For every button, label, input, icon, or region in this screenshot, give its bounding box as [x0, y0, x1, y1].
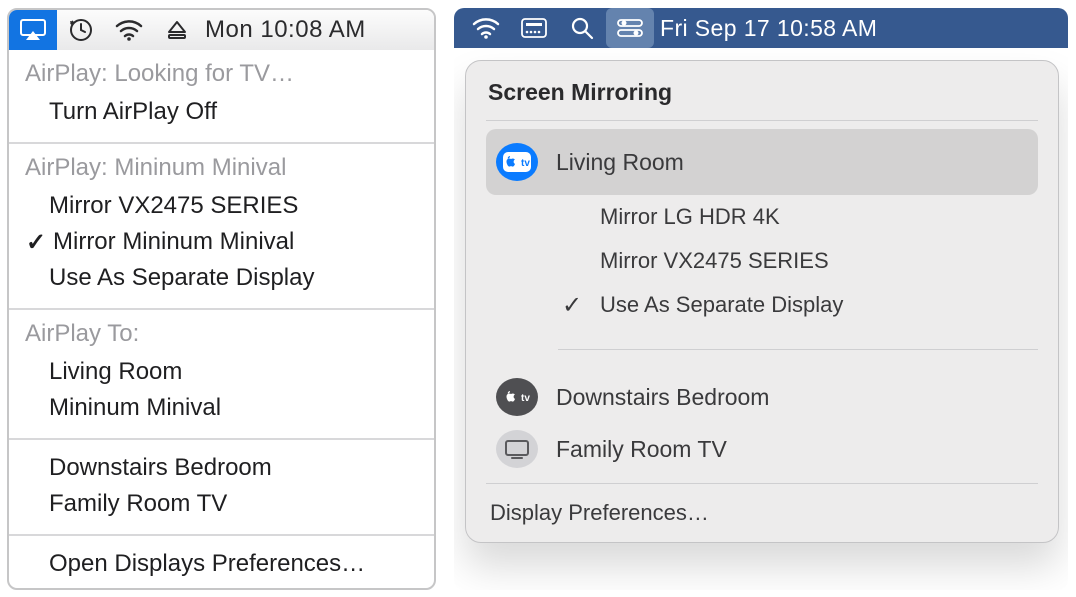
appletv-blue-icon: tv: [496, 143, 538, 181]
wifi-icon[interactable]: [462, 8, 510, 48]
use-as-separate-display[interactable]: ✓Use As Separate Display: [558, 283, 1038, 327]
airplay-header-current: AirPlay: Mininum Minival: [25, 154, 418, 182]
mirror-vx2475[interactable]: Mirror VX2475 SERIES: [25, 188, 418, 224]
menubar-right: Fri Sep 17 10:58 AM: [454, 8, 1068, 48]
screen-mirroring-popover: Screen Mirroring tv Living Room Mirror L…: [465, 60, 1059, 543]
display-grey-icon: [496, 430, 538, 468]
svg-text:tv: tv: [521, 393, 530, 404]
mirroring-target-family-room-tv[interactable]: Family Room TV: [486, 423, 1038, 475]
display-preferences-link[interactable]: Display Preferences…: [486, 492, 1038, 526]
popover-title: Screen Mirroring: [488, 79, 1038, 106]
mirror-lg-hdr-4k[interactable]: Mirror LG HDR 4K: [558, 195, 1038, 239]
appletv-dark-icon: tv: [496, 378, 538, 416]
bigsur-screen-mirroring-panel: Fri Sep 17 10:58 AM Screen Mirroring tv …: [454, 8, 1068, 590]
divider: [486, 483, 1038, 484]
eject-icon[interactable]: [153, 10, 201, 50]
airplay-family-room-tv[interactable]: Family Room TV: [25, 486, 418, 522]
menubar-left: Mon 10:08 AM: [9, 10, 434, 50]
menubar-clock-right[interactable]: Fri Sep 17 10:58 AM: [660, 15, 877, 42]
mirroring-target-label: Living Room: [556, 149, 684, 176]
control-center-icon[interactable]: [606, 8, 654, 48]
airplay-to-mininum[interactable]: Mininum Minival: [25, 390, 418, 426]
open-displays-preferences[interactable]: Open Displays Preferences…: [25, 546, 418, 582]
svg-text:tv: tv: [521, 158, 530, 169]
menubar-clock-left[interactable]: Mon 10:08 AM: [205, 16, 366, 44]
mirroring-target-label: Family Room TV: [556, 436, 727, 463]
airplay-icon[interactable]: [9, 10, 57, 50]
mirroring-target-downstairs-bedroom[interactable]: tv Downstairs Bedroom: [486, 371, 1038, 423]
airplay-header-looking: AirPlay: Looking for TV…: [25, 60, 418, 88]
spotlight-icon[interactable]: [558, 8, 606, 48]
wifi-icon[interactable]: [105, 10, 153, 50]
turn-airplay-off[interactable]: Turn AirPlay Off: [25, 94, 418, 130]
divider: [486, 120, 1038, 121]
mirror-vx2475-series[interactable]: Mirror VX2475 SERIES: [558, 239, 1038, 283]
divider: [558, 349, 1038, 350]
mirror-mininum[interactable]: ✓Mirror Mininum Minival: [25, 224, 418, 260]
mirroring-target-label: Downstairs Bedroom: [556, 384, 769, 411]
mirroring-target-living-room[interactable]: tv Living Room: [486, 129, 1038, 195]
checkmark-icon: ✓: [25, 228, 47, 257]
checkmark-icon: ✓: [558, 291, 586, 320]
airplay-to-header: AirPlay To:: [25, 320, 418, 348]
timemachine-icon[interactable]: [57, 10, 105, 50]
legacy-airplay-panel: Mon 10:08 AM AirPlay: Looking for TV… Tu…: [7, 8, 436, 590]
use-separate-display[interactable]: Use As Separate Display: [25, 260, 418, 296]
airplay-menu: AirPlay: Looking for TV… Turn AirPlay Of…: [9, 50, 434, 590]
airplay-downstairs-bedroom[interactable]: Downstairs Bedroom: [25, 450, 418, 486]
airplay-to-living-room[interactable]: Living Room: [25, 354, 418, 390]
keyboard-input-icon[interactable]: [510, 8, 558, 48]
